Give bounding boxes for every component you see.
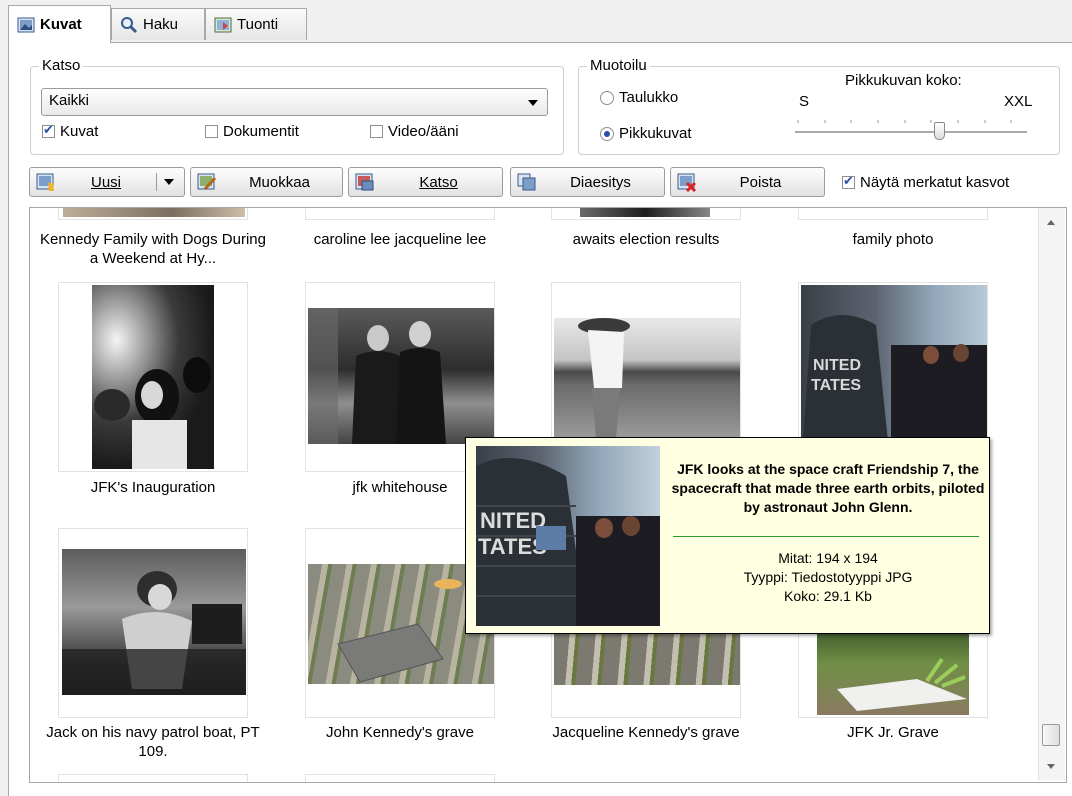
checkbox-box	[42, 122, 55, 138]
show-tagged-faces-checkbox[interactable]: Näytä merkatut kasvot	[842, 173, 1010, 191]
radio-label: Taulukko	[619, 89, 679, 106]
tab-label: Haku	[143, 16, 179, 33]
photo	[554, 318, 740, 438]
thumbnail-caption: caroline lee jacqueline lee	[313, 231, 487, 248]
format-group-legend: Muotoilu	[587, 57, 650, 74]
slideshow-icon	[517, 172, 537, 192]
delete-button[interactable]: Poista	[670, 167, 825, 197]
thumbnail[interactable]	[305, 208, 495, 220]
checkbox-label: Näytä merkatut kasvot	[860, 174, 1010, 191]
layout-thumbnails-radio[interactable]: Pikkukuvat	[600, 125, 692, 142]
tab-label: Kuvat	[40, 16, 82, 33]
slideshow-button[interactable]: Diaesitys	[510, 167, 665, 197]
edit-icon	[197, 172, 217, 192]
thumbnail-caption: awaits election results	[572, 231, 720, 248]
tooltip-photo: NITED TATES	[476, 446, 660, 626]
photo	[63, 208, 245, 217]
radio-label: Pikkukuvat	[619, 125, 692, 142]
radio-circle	[600, 126, 614, 141]
import-icon	[214, 16, 232, 34]
slider-thumb[interactable]	[934, 122, 945, 140]
photo	[62, 549, 246, 695]
tooltip-dimensions: Mitat: 194 x 194	[778, 550, 878, 566]
photo	[580, 208, 710, 217]
tooltip-size: Koko: 29.1 Kb	[784, 588, 872, 604]
delete-button-label: Poista	[739, 173, 782, 191]
view-filter-value: Kaikki	[49, 92, 90, 109]
svg-text:TATES: TATES	[811, 377, 861, 394]
tooltip-divider	[673, 536, 979, 537]
photo	[92, 285, 214, 470]
checkbox-box	[205, 125, 218, 138]
thumbnail-caption: Kennedy Family with Dogs During a Weeken…	[40, 231, 266, 267]
slideshow-button-label: Diaesitys	[570, 173, 631, 191]
photo	[308, 308, 494, 444]
thumbnail-caption: John Kennedy's grave	[326, 724, 474, 741]
scroll-up-icon[interactable]	[1047, 220, 1055, 225]
photo-info-tooltip: NITED TATES JFK looks at the space craft …	[465, 437, 990, 634]
view-button-label: Katso	[419, 173, 458, 191]
checkbox-box	[842, 173, 855, 189]
tab-kuvat[interactable]: Kuvat	[8, 5, 111, 43]
photo	[554, 629, 740, 685]
thumbnail[interactable]	[305, 774, 495, 782]
filter-photos-checkbox[interactable]: Kuvat	[42, 122, 99, 140]
new-item-icon	[36, 172, 56, 192]
layout-table-radio[interactable]: Taulukko	[600, 89, 678, 106]
slider-min-label: S	[799, 93, 810, 110]
thumbnail-caption: Jacqueline Kennedy's grave	[552, 724, 740, 741]
thumbnail-caption: JFK's Inauguration	[90, 479, 216, 496]
thumbnail[interactable]	[798, 208, 988, 220]
thumbnail[interactable]	[58, 282, 248, 472]
thumbnail[interactable]	[58, 774, 248, 782]
checkbox-label: Dokumentit	[223, 123, 299, 140]
checkbox-label: Video/ääni	[388, 123, 459, 140]
tab-tuonti[interactable]: Tuonti	[205, 8, 307, 40]
tooltip-type: Tyyppi: Tiedostotyyppi JPG	[743, 569, 913, 585]
thumbnail-size-label: Pikkukuvan koko:	[845, 72, 962, 89]
gallery-scrollbar[interactable]	[1038, 208, 1065, 780]
thumbnail[interactable]	[58, 528, 248, 718]
view-group-legend: Katso	[39, 57, 84, 74]
new-button[interactable]: Uusi	[29, 167, 185, 197]
delete-icon	[677, 172, 697, 193]
thumbnail-caption: family photo	[852, 231, 934, 248]
photos-tab-icon	[17, 16, 35, 34]
view-icon	[355, 172, 375, 192]
thumbnail-size-slider[interactable]	[795, 116, 1027, 146]
photo	[817, 629, 969, 715]
slider-track-svg	[795, 120, 1027, 133]
edit-button[interactable]: Muokkaa	[190, 167, 343, 197]
chevron-down-icon[interactable]	[164, 179, 174, 185]
checkbox-label: Kuvat	[60, 123, 99, 140]
edit-button-label: Muokkaa	[249, 173, 310, 191]
tab-label: Tuonti	[237, 16, 279, 33]
view-filter-select[interactable]: Kaikki	[41, 88, 548, 116]
scrollbar-thumb[interactable]	[1042, 724, 1060, 746]
thumbnail-caption: JFK Jr. Grave	[847, 724, 939, 741]
split-divider	[156, 173, 157, 191]
chevron-down-icon	[528, 100, 538, 106]
filter-documents-checkbox[interactable]: Dokumentit	[205, 123, 299, 140]
scroll-down-icon[interactable]	[1047, 764, 1055, 769]
checkbox-box	[370, 125, 383, 138]
thumbnail[interactable]	[58, 208, 248, 220]
thumbnail-caption: Jack on his navy patrol boat, PT 109.	[46, 724, 260, 760]
thumbnail[interactable]	[551, 208, 741, 220]
tooltip-title: JFK looks at the space craft Friendship …	[671, 461, 985, 515]
filter-video-checkbox[interactable]: Video/ääni	[370, 123, 459, 140]
tab-haku[interactable]: Haku	[111, 8, 205, 40]
search-icon	[120, 16, 138, 34]
radio-circle	[600, 90, 614, 105]
view-button[interactable]: Katso	[348, 167, 503, 197]
svg-text:NITED: NITED	[813, 357, 861, 374]
slider-max-label: XXL	[1004, 93, 1033, 110]
new-button-label: Uusi	[90, 173, 121, 191]
tab-bar: Kuvat Haku Tuonti	[0, 0, 1072, 43]
